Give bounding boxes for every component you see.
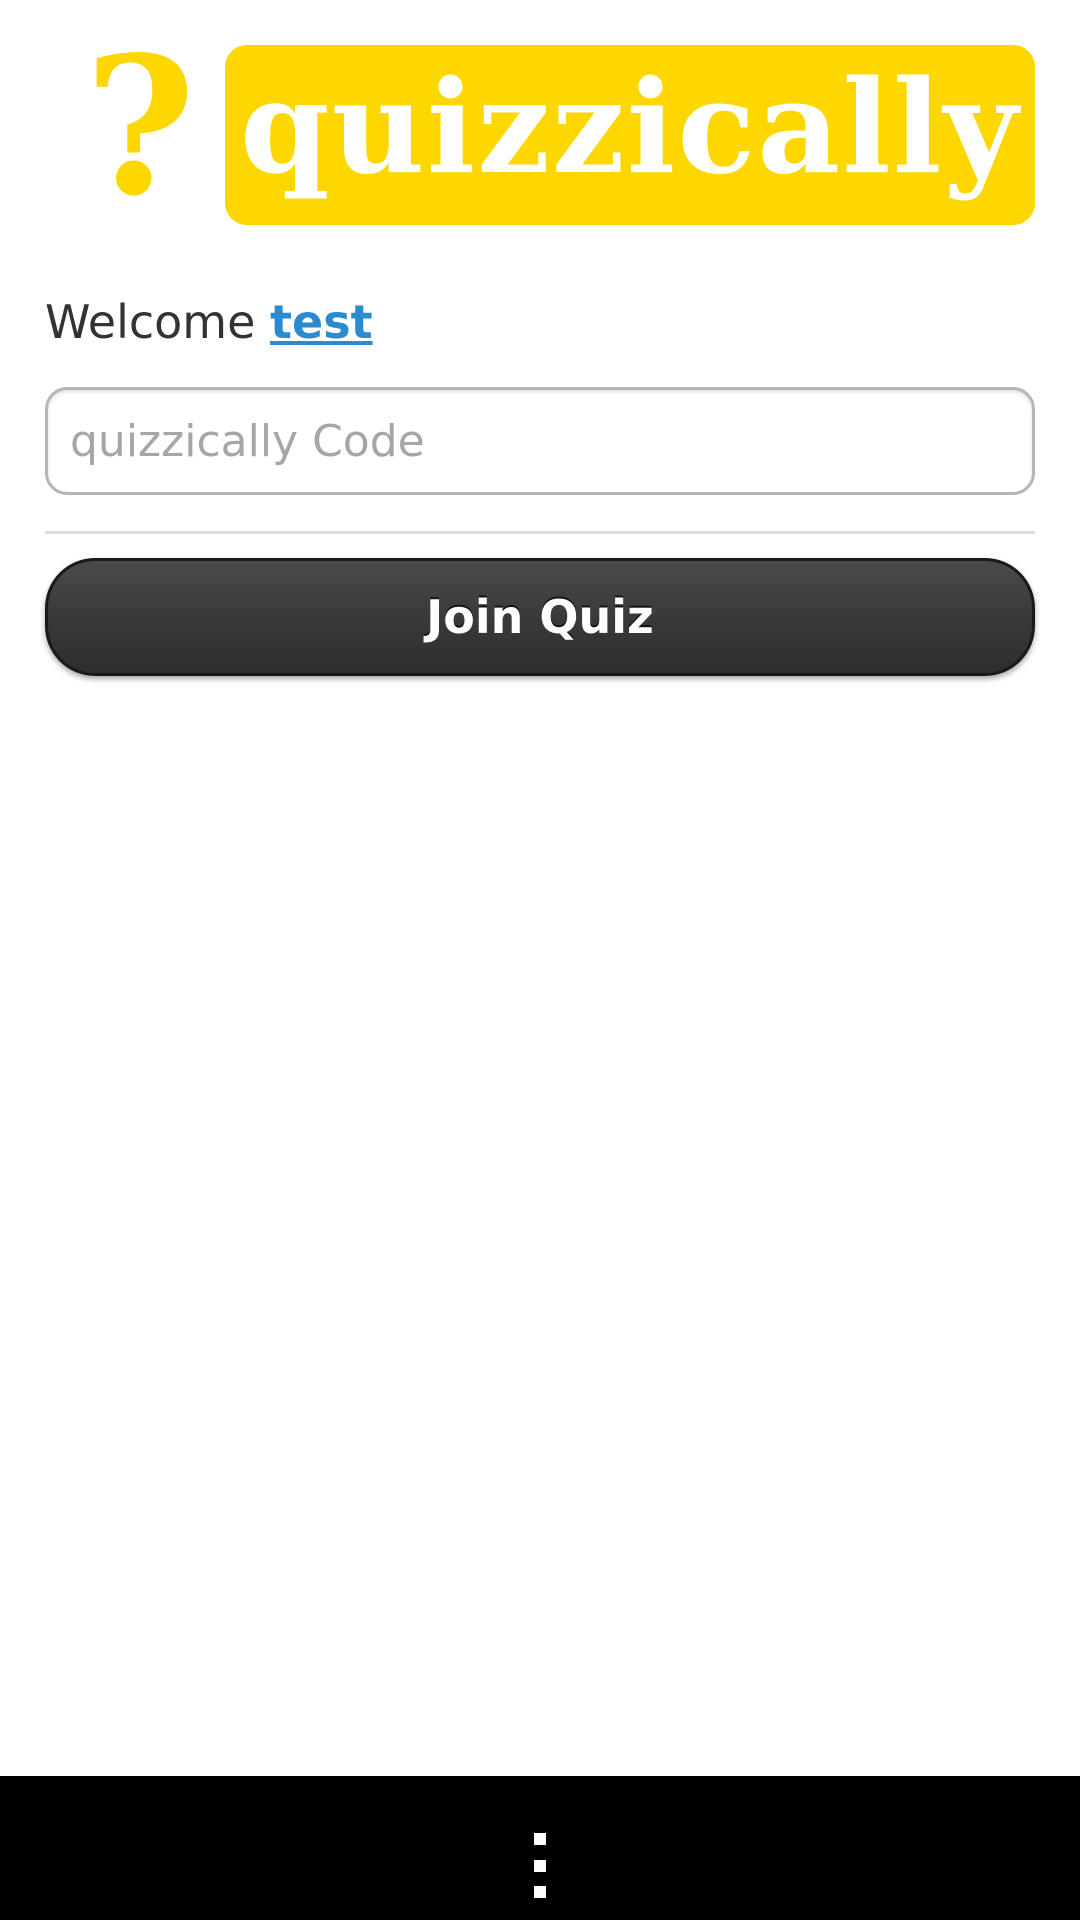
username-link[interactable]: test [270,295,373,349]
overflow-menu-icon[interactable] [525,1833,555,1898]
quiz-code-input[interactable] [45,387,1035,495]
question-mark-icon: ? [84,15,196,238]
join-quiz-label: Join Quiz [426,590,654,644]
divider [45,531,1035,534]
join-quiz-button[interactable]: Join Quiz [45,558,1035,676]
app-logo-banner: quizzically [225,45,1035,225]
welcome-message: Welcome test [45,290,373,354]
app-header: ? quizzically [0,0,1080,240]
menu-dot [534,1833,546,1845]
menu-dot [534,1859,546,1872]
quizzically-join-screen: ? quizzically Welcome test Join Quiz [0,0,1080,1920]
menu-dot [534,1886,546,1898]
app-logo-text: quizzically [240,53,1020,203]
welcome-prefix: Welcome [45,295,271,349]
